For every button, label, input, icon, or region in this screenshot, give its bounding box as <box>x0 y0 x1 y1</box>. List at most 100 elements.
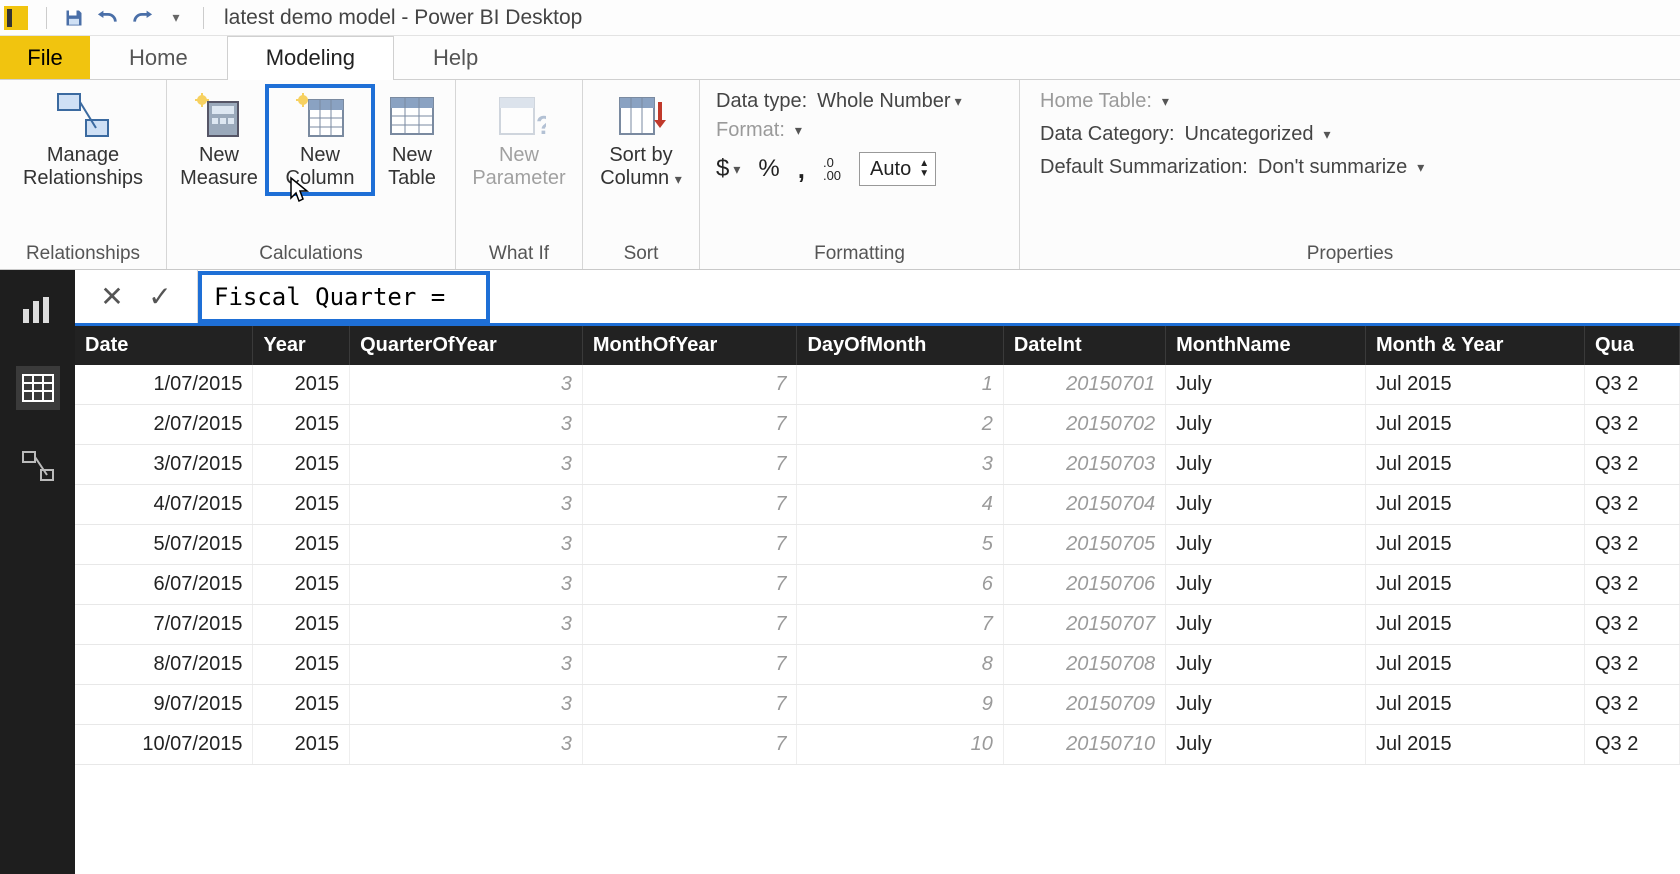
table-cell[interactable]: 3 <box>350 525 583 565</box>
table-cell[interactable]: 7 <box>582 725 797 765</box>
table-cell[interactable]: 3/07/2015 <box>75 445 253 485</box>
table-row[interactable]: 2/07/2015201537220150702JulyJul 2015Q3 2 <box>75 405 1680 445</box>
table-cell[interactable]: 20150708 <box>1003 645 1165 685</box>
table-cell[interactable]: 20150701 <box>1003 365 1165 405</box>
table-row[interactable]: 6/07/2015201537620150706JulyJul 2015Q3 2 <box>75 565 1680 605</box>
table-cell[interactable]: 3 <box>797 445 1003 485</box>
table-cell[interactable]: Jul 2015 <box>1365 605 1584 645</box>
table-cell[interactable]: July <box>1166 525 1366 565</box>
save-button[interactable] <box>63 7 85 29</box>
table-cell[interactable]: 20150709 <box>1003 685 1165 725</box>
home-table-dropdown[interactable]: Home Table: ▾ <box>1040 90 1424 113</box>
table-cell[interactable]: 2 <box>797 405 1003 445</box>
table-cell[interactable]: Q3 2 <box>1585 445 1680 485</box>
table-cell[interactable]: 9 <box>797 685 1003 725</box>
table-cell[interactable]: July <box>1166 365 1366 405</box>
table-cell[interactable]: July <box>1166 445 1366 485</box>
table-cell[interactable]: 20150702 <box>1003 405 1165 445</box>
table-cell[interactable]: July <box>1166 605 1366 645</box>
table-cell[interactable]: 5 <box>797 525 1003 565</box>
table-row[interactable]: 7/07/2015201537720150707JulyJul 2015Q3 2 <box>75 605 1680 645</box>
sort-by-column-button[interactable]: Sort by Column ▾ <box>591 84 691 194</box>
table-cell[interactable]: 3 <box>350 725 583 765</box>
table-cell[interactable]: 3 <box>350 445 583 485</box>
table-cell[interactable]: 7 <box>582 605 797 645</box>
table-cell[interactable]: July <box>1166 685 1366 725</box>
table-cell[interactable]: 2015 <box>253 685 350 725</box>
table-cell[interactable]: Q3 2 <box>1585 685 1680 725</box>
table-cell[interactable]: 7 <box>582 405 797 445</box>
data-type-dropdown[interactable]: Data type: Whole Number▾ <box>716 90 962 113</box>
table-cell[interactable]: 6 <box>797 565 1003 605</box>
decimal-places-stepper[interactable]: Auto ▲▼ <box>859 152 936 186</box>
undo-button[interactable] <box>97 7 119 29</box>
table-cell[interactable]: July <box>1166 725 1366 765</box>
table-cell[interactable]: 2015 <box>253 725 350 765</box>
table-row[interactable]: 10/07/20152015371020150710JulyJul 2015Q3… <box>75 725 1680 765</box>
table-cell[interactable]: 20150703 <box>1003 445 1165 485</box>
table-cell[interactable]: 1 <box>797 365 1003 405</box>
table-cell[interactable]: 9/07/2015 <box>75 685 253 725</box>
table-cell[interactable]: 7/07/2015 <box>75 605 253 645</box>
table-cell[interactable]: 8/07/2015 <box>75 645 253 685</box>
table-cell[interactable]: Q3 2 <box>1585 725 1680 765</box>
table-cell[interactable]: Q3 2 <box>1585 485 1680 525</box>
tab-help[interactable]: Help <box>394 36 517 79</box>
table-row[interactable]: 3/07/2015201537320150703JulyJul 2015Q3 2 <box>75 445 1680 485</box>
table-cell[interactable]: 3 <box>350 565 583 605</box>
thousands-separator-button[interactable]: , <box>798 154 805 185</box>
table-cell[interactable]: Q3 2 <box>1585 405 1680 445</box>
formula-cancel-button[interactable]: ✕ <box>97 280 127 313</box>
table-cell[interactable]: 2015 <box>253 525 350 565</box>
tab-home[interactable]: Home <box>90 36 227 79</box>
table-cell[interactable]: 2015 <box>253 445 350 485</box>
column-header[interactable]: MonthOfYear <box>582 326 797 365</box>
table-cell[interactable]: 1/07/2015 <box>75 365 253 405</box>
table-cell[interactable]: 20150706 <box>1003 565 1165 605</box>
table-cell[interactable]: 2015 <box>253 485 350 525</box>
table-cell[interactable]: 7 <box>582 485 797 525</box>
table-row[interactable]: 9/07/2015201537920150709JulyJul 2015Q3 2 <box>75 685 1680 725</box>
table-cell[interactable]: 20150704 <box>1003 485 1165 525</box>
table-cell[interactable]: 7 <box>582 645 797 685</box>
table-cell[interactable]: Jul 2015 <box>1365 725 1584 765</box>
table-cell[interactable]: 6/07/2015 <box>75 565 253 605</box>
table-cell[interactable]: 3 <box>350 365 583 405</box>
table-cell[interactable]: 7 <box>582 565 797 605</box>
table-cell[interactable]: 2015 <box>253 565 350 605</box>
table-cell[interactable]: 7 <box>582 525 797 565</box>
data-category-dropdown[interactable]: Data Category: Uncategorized ▾ <box>1040 123 1424 146</box>
column-header[interactable]: Month & Year <box>1365 326 1584 365</box>
report-view-button[interactable] <box>16 288 60 332</box>
table-cell[interactable]: 2015 <box>253 365 350 405</box>
percent-format-button[interactable]: % <box>758 155 779 183</box>
column-header[interactable]: Date <box>75 326 253 365</box>
table-cell[interactable]: 5/07/2015 <box>75 525 253 565</box>
table-cell[interactable]: 2015 <box>253 605 350 645</box>
table-row[interactable]: 1/07/2015201537120150701JulyJul 2015Q3 2 <box>75 365 1680 405</box>
table-cell[interactable]: 20150707 <box>1003 605 1165 645</box>
table-cell[interactable]: Jul 2015 <box>1365 445 1584 485</box>
table-cell[interactable]: Q3 2 <box>1585 565 1680 605</box>
table-cell[interactable]: 20150705 <box>1003 525 1165 565</box>
formula-accept-button[interactable]: ✓ <box>145 280 175 313</box>
column-header[interactable]: Year <box>253 326 350 365</box>
redo-button[interactable] <box>131 7 153 29</box>
table-cell[interactable]: 7 <box>797 605 1003 645</box>
stepper-down-icon[interactable]: ▼ <box>919 169 929 179</box>
table-cell[interactable]: 7 <box>582 685 797 725</box>
table-cell[interactable]: 10 <box>797 725 1003 765</box>
table-cell[interactable]: Q3 2 <box>1585 365 1680 405</box>
table-row[interactable]: 4/07/2015201537420150704JulyJul 2015Q3 2 <box>75 485 1680 525</box>
table-cell[interactable]: 4/07/2015 <box>75 485 253 525</box>
model-view-button[interactable] <box>16 444 60 488</box>
table-cell[interactable]: Jul 2015 <box>1365 685 1584 725</box>
formula-input[interactable] <box>214 283 474 311</box>
table-cell[interactable]: July <box>1166 405 1366 445</box>
column-header[interactable]: DayOfMonth <box>797 326 1003 365</box>
column-header[interactable]: DateInt <box>1003 326 1165 365</box>
table-cell[interactable]: Jul 2015 <box>1365 405 1584 445</box>
new-table-button[interactable]: New Table <box>377 84 447 194</box>
table-cell[interactable]: 10/07/2015 <box>75 725 253 765</box>
new-column-button[interactable]: New Column <box>265 84 375 196</box>
